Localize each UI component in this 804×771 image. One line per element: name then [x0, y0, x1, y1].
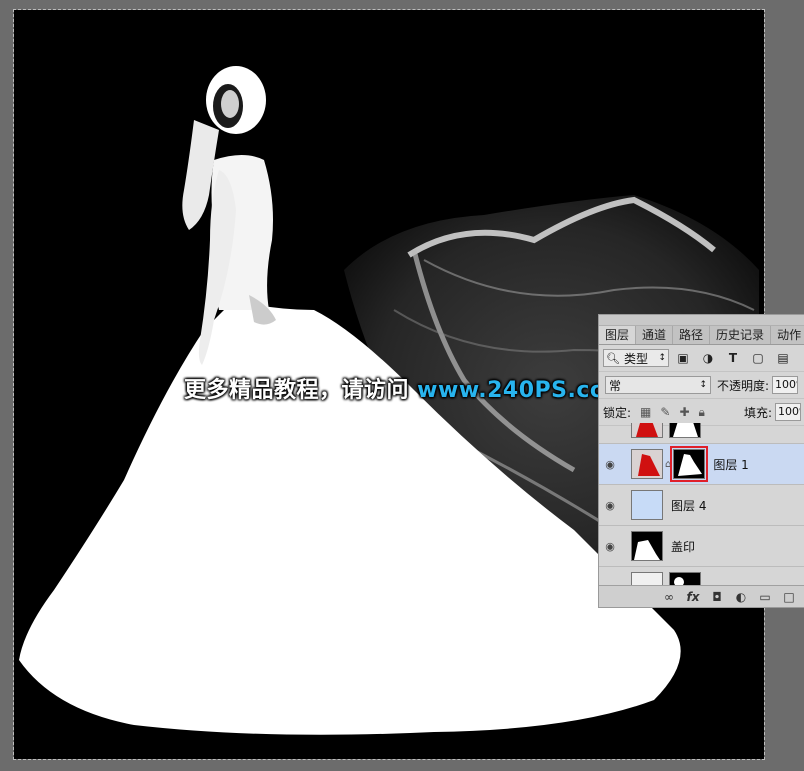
layer-thumbnail	[631, 490, 663, 520]
fx-icon[interactable]: fx	[681, 590, 705, 604]
layers-bottom-bar: ∞ fx ◘ ◐ ▭ □	[599, 585, 804, 607]
layer-row[interactable]: ◉ 盖印	[599, 526, 804, 567]
eye-icon[interactable]: ◉	[599, 458, 621, 471]
adjustment-layer-icon[interactable]: ◐	[729, 590, 753, 604]
watermark-text: 更多精品教程，请访问 www.240PS.com	[184, 378, 629, 403]
layer-name[interactable]: 图层 4	[671, 497, 706, 514]
tab-history[interactable]: 历史记录	[710, 326, 772, 344]
tab-actions[interactable]: 动作	[771, 326, 804, 344]
layer-mask-thumbnail[interactable]	[669, 572, 701, 585]
link-icon[interactable]: ∞	[657, 590, 681, 604]
tab-channels[interactable]: 通道	[636, 326, 674, 344]
link-icon[interactable]: ⌂	[665, 459, 671, 470]
adjustment-filter-icon[interactable]: ◑	[697, 349, 719, 367]
layer-name[interactable]: 图层 1	[713, 456, 748, 473]
fill-label: 填充:	[743, 405, 772, 420]
layer-row-partial[interactable]	[599, 423, 804, 444]
blend-mode-value: 常	[609, 378, 622, 393]
layer-name[interactable]: 盖印	[671, 538, 695, 555]
lock-move-icon[interactable]: ✚	[679, 405, 689, 419]
tab-layers[interactable]: 图层	[599, 326, 637, 344]
opacity-label: 不透明度:	[717, 378, 770, 393]
search-icon: 🔍︎	[606, 351, 620, 365]
lock-transparent-icon[interactable]: ▦	[640, 405, 651, 419]
blend-row: 常 ↕ 不透明度: 100%	[599, 372, 804, 399]
image-filter-icon[interactable]: ▣	[672, 349, 694, 367]
new-layer-icon[interactable]: □	[777, 590, 801, 604]
lock-label: 锁定:	[603, 405, 632, 420]
layer-filter-select[interactable]: 🔍︎ 类型 ↕	[603, 349, 669, 367]
chevron-updown-icon: ↕	[658, 353, 666, 363]
layers-panel[interactable]: 图层 通道 路径 历史记录 动作 🔍︎ 类型 ↕ ▣ ◑ T ▢ ▤ 常 ↕ 不…	[598, 314, 804, 608]
layer-row-selected[interactable]: ◉ ⌂ 图层 1	[599, 444, 804, 485]
opacity-field[interactable]: 100%	[772, 376, 799, 394]
eye-icon[interactable]: ◉	[599, 540, 621, 553]
add-mask-icon[interactable]: ◘	[705, 590, 729, 604]
blend-mode-select[interactable]: 常 ↕	[605, 376, 711, 394]
layer-thumbnail	[631, 423, 663, 438]
lock-row: 锁定: ▦ ✎ ✚ 🔒︎ 填充: 100%	[599, 399, 804, 426]
layer-thumbnail	[631, 572, 663, 585]
layer-row[interactable]: ◉ 图层 4	[599, 485, 804, 526]
layer-mask-thumbnail[interactable]	[669, 423, 701, 438]
lock-paint-icon[interactable]: ✎	[660, 405, 670, 419]
panel-tabs: 图层 通道 路径 历史记录 动作	[599, 326, 804, 345]
layer-thumbnail	[631, 531, 663, 561]
filter-kind-label: 类型	[623, 351, 648, 366]
layer-row-partial[interactable]	[599, 567, 804, 585]
folder-icon[interactable]: ▭	[753, 590, 777, 604]
type-filter-icon[interactable]: T	[722, 349, 744, 367]
lock-all-icon[interactable]: 🔒︎	[699, 405, 705, 420]
layers-list: ◉ ⌂ 图层 1 ◉ 图层 4 ◉ 盖印	[599, 423, 804, 585]
shape-filter-icon[interactable]: ▢	[747, 349, 769, 367]
layer-thumbnail	[631, 449, 663, 479]
fill-field[interactable]: 100%	[775, 403, 801, 421]
panel-drag-strip[interactable]	[599, 315, 804, 326]
chevron-updown-icon: ↕	[699, 380, 707, 390]
tab-paths[interactable]: 路径	[673, 326, 711, 344]
layer-mask-thumbnail-highlighted[interactable]	[670, 446, 709, 482]
eye-icon[interactable]: ◉	[599, 499, 621, 512]
filter-row: 🔍︎ 类型 ↕ ▣ ◑ T ▢ ▤	[599, 345, 804, 372]
smart-object-filter-icon[interactable]: ▤	[772, 349, 794, 367]
